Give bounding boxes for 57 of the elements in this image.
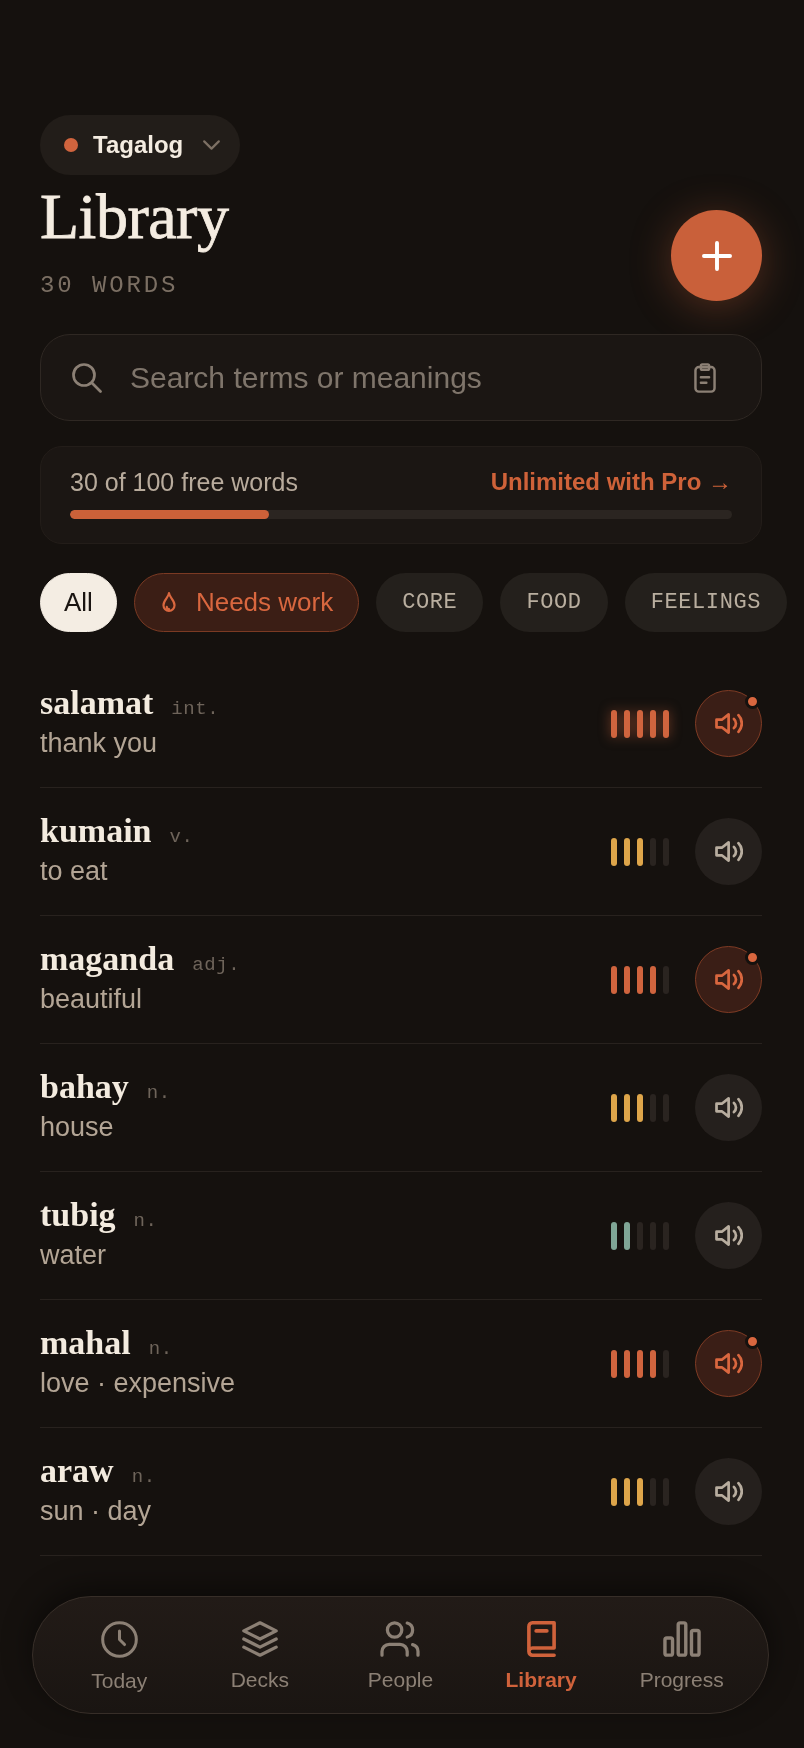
word-meaning: to eat bbox=[40, 855, 108, 887]
word-count: 30 WORDS bbox=[40, 274, 179, 298]
speaker-icon bbox=[714, 1224, 743, 1247]
language-dot-icon bbox=[64, 138, 78, 152]
search-icon bbox=[72, 362, 102, 393]
nav-tab[interactable]: Progress bbox=[611, 1597, 752, 1713]
clock-icon bbox=[100, 1621, 138, 1658]
part-of-speech: n. bbox=[148, 1339, 173, 1359]
status-dot-icon bbox=[745, 1334, 760, 1349]
speaker-icon bbox=[714, 712, 743, 735]
status-dot-icon bbox=[745, 694, 760, 709]
word-meaning: thank you bbox=[40, 727, 158, 759]
part-of-speech: adj. bbox=[192, 955, 241, 975]
plus-icon bbox=[701, 240, 732, 271]
language-selector[interactable]: Tagalog bbox=[40, 115, 241, 175]
speaker-icon bbox=[714, 1352, 743, 1375]
nav-tab[interactable]: Today bbox=[49, 1597, 190, 1713]
part-of-speech: v. bbox=[169, 827, 194, 847]
word-term: maganda bbox=[40, 941, 175, 977]
chevron-down-icon bbox=[203, 140, 221, 150]
word-term: salamat bbox=[40, 685, 154, 721]
word-meaning: water bbox=[40, 1239, 107, 1271]
word-meaning: love · expensive bbox=[40, 1367, 236, 1399]
word-term: tubig bbox=[40, 1197, 116, 1233]
flame-icon bbox=[161, 592, 176, 613]
part-of-speech: int. bbox=[171, 699, 220, 719]
word-term: araw bbox=[40, 1453, 114, 1489]
part-of-speech: n. bbox=[146, 1083, 171, 1103]
filter-chip[interactable]: Needs work bbox=[133, 573, 360, 632]
part-of-speech: n. bbox=[131, 1467, 156, 1487]
nav-tab[interactable]: Library bbox=[470, 1597, 612, 1713]
word-term: kumain bbox=[40, 813, 152, 849]
bar-chart-icon bbox=[662, 1621, 701, 1657]
upgrade-link[interactable]: Unlimited with Pro → bbox=[490, 467, 732, 497]
filter-chip[interactable]: All bbox=[40, 573, 117, 632]
word-meaning: house bbox=[40, 1111, 114, 1143]
speaker-icon bbox=[714, 968, 743, 991]
filter-chip[interactable]: FOOD bbox=[500, 573, 608, 632]
quota-label: 30 of 100 free words bbox=[70, 467, 298, 497]
word-meaning: beautiful bbox=[40, 983, 143, 1015]
word-term: bahay bbox=[40, 1069, 129, 1105]
clipboard-icon bbox=[694, 362, 716, 393]
part-of-speech: n. bbox=[133, 1211, 158, 1231]
people-icon bbox=[380, 1621, 421, 1657]
speaker-icon bbox=[714, 1096, 743, 1119]
search-field[interactable]: Search terms or meanings bbox=[40, 334, 762, 421]
filter-chip[interactable]: CORE bbox=[376, 573, 484, 632]
layers-icon bbox=[241, 1621, 278, 1657]
word-meaning: sun · day bbox=[40, 1495, 152, 1527]
speaker-icon bbox=[714, 840, 743, 863]
nav-tab[interactable]: Decks bbox=[189, 1597, 331, 1713]
word-term: mahal bbox=[40, 1325, 131, 1361]
speaker-icon bbox=[714, 1480, 743, 1503]
status-dot-icon bbox=[745, 950, 760, 965]
nav-tab[interactable]: People bbox=[330, 1597, 471, 1713]
filter-chip[interactable]: FEELINGS bbox=[624, 573, 788, 632]
book-icon bbox=[526, 1621, 556, 1657]
